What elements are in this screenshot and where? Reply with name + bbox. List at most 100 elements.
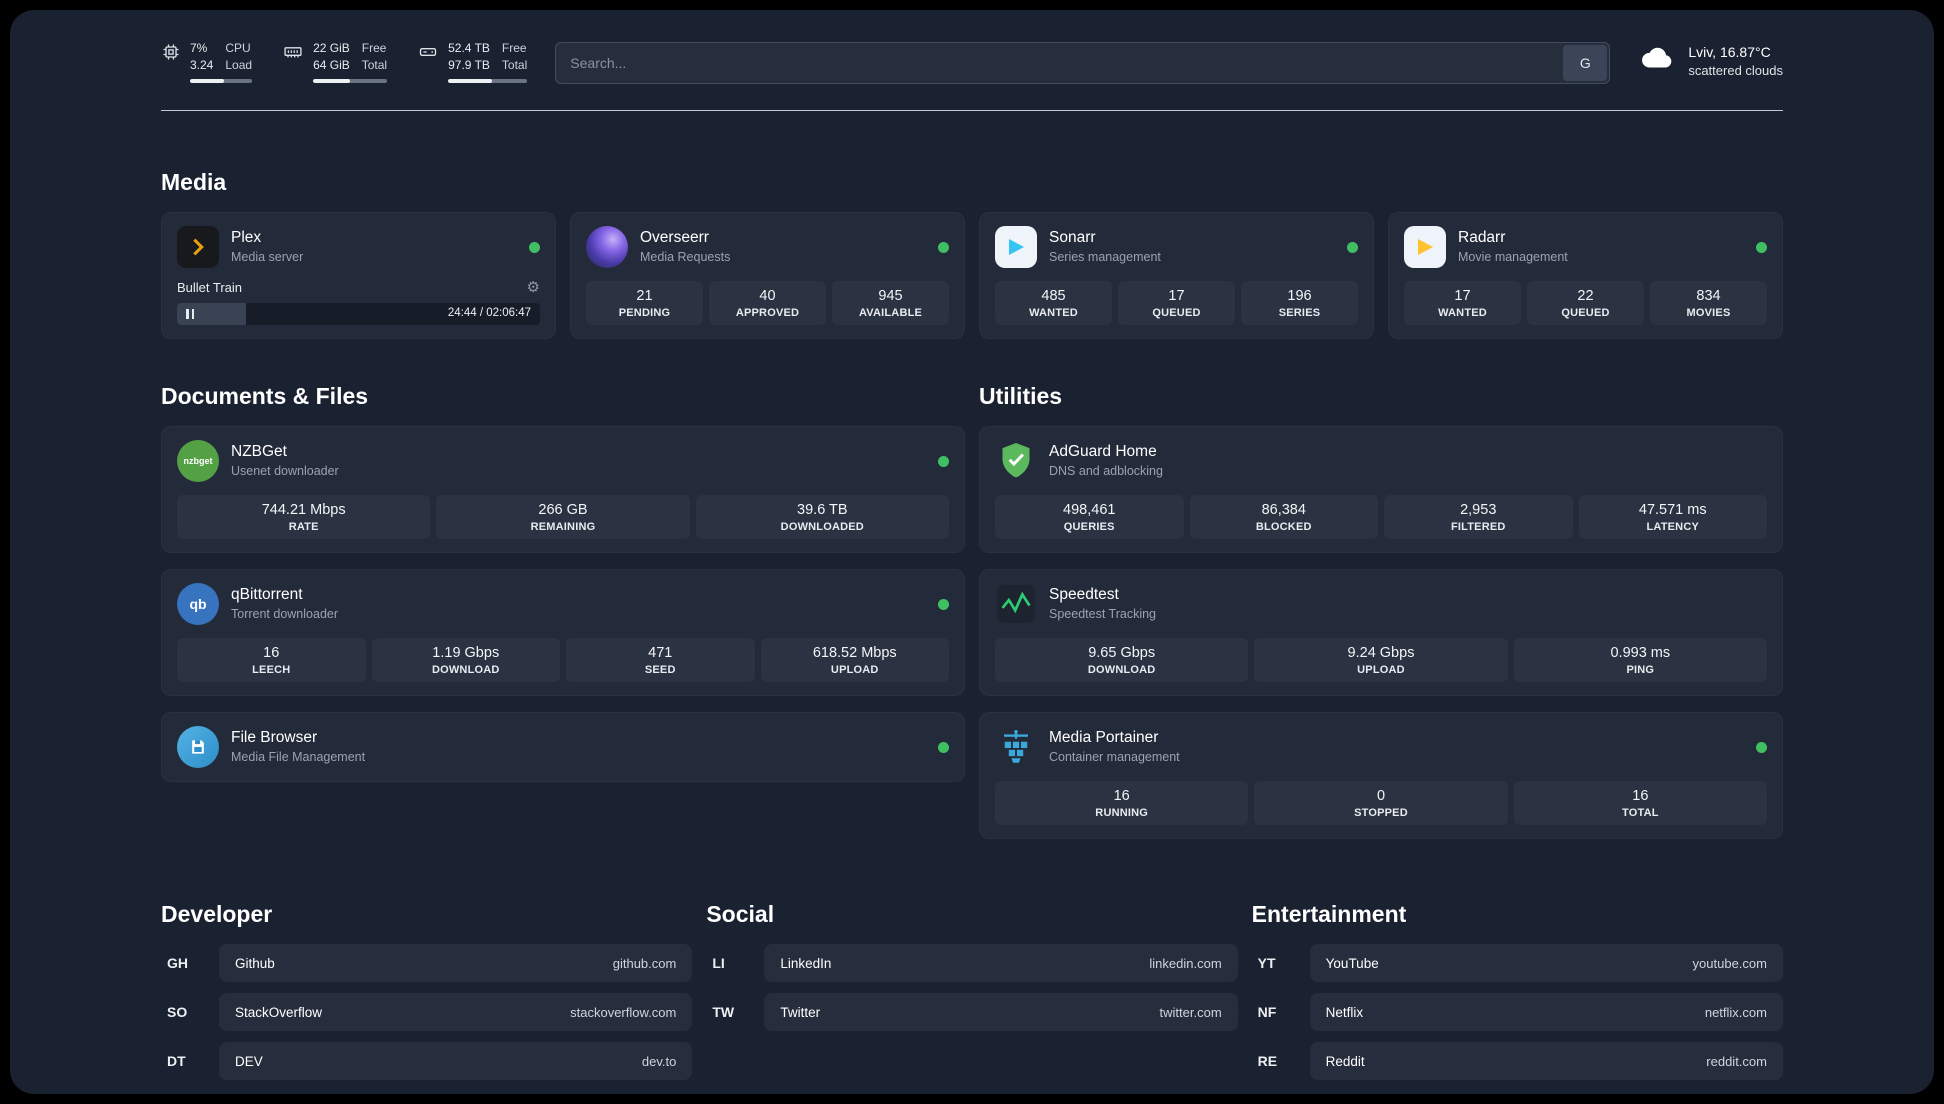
- stat-label: LATENCY: [1646, 521, 1700, 533]
- bookmark-link-linkedin[interactable]: LinkedIn linkedin.com: [764, 944, 1238, 982]
- stat-value: 16: [1113, 788, 1130, 804]
- playback-progress-bar[interactable]: 24:44 / 02:06:47: [177, 303, 540, 325]
- qbittorrent-icon: qb: [177, 583, 219, 625]
- disk-free-value: 52.4 TB: [448, 41, 490, 55]
- bookmark-link-dev[interactable]: DEV dev.to: [219, 1042, 693, 1080]
- bookmark-link-netflix[interactable]: Netflix netflix.com: [1309, 993, 1783, 1031]
- app-subtitle: Series management: [1049, 250, 1161, 265]
- cloud-icon: [1638, 45, 1676, 78]
- stat-label: PENDING: [618, 307, 671, 319]
- stat-tile: 618.52 Mbps UPLOAD: [760, 638, 949, 682]
- dashboard-frame: 7% 3.24 CPU Load 22 GiB 64 GiB Free Tota…: [10, 10, 1934, 1094]
- status-online-dot: [529, 241, 540, 253]
- search-bar: G: [555, 42, 1611, 84]
- app-name: Radarr: [1458, 228, 1506, 246]
- app-name: NZBGet: [231, 442, 287, 460]
- documents-section-title: Documents & Files: [161, 383, 369, 409]
- stat-label: PING: [1626, 664, 1655, 676]
- portainer-icon: [995, 726, 1037, 768]
- stat-value: 40: [759, 288, 776, 304]
- stat-value: 9.65 Gbps: [1088, 645, 1156, 661]
- nzbget-card: nzbget NZBGet Usenet downloader 744.21 M…: [161, 426, 965, 553]
- disk-total-value: 97.9 TB: [448, 57, 490, 72]
- bookmark-link-stackoverflow[interactable]: StackOverflow stackoverflow.com: [219, 993, 693, 1031]
- overseerr-app-link[interactable]: Overseerr Media Requests: [586, 226, 949, 268]
- memory-total-label: Total: [361, 57, 388, 72]
- status-online-dot: [938, 455, 949, 467]
- radarr-card: Radarr Movie management 17 WANTED 22 QUEUE…: [1388, 212, 1783, 339]
- bookmark-name: LinkedIn: [780, 955, 832, 971]
- status-online-dot: [938, 241, 949, 253]
- bookmark-link-reddit[interactable]: Reddit reddit.com: [1309, 1042, 1783, 1080]
- overseerr-card: Overseerr Media Requests 21 PENDING 40 APP…: [570, 212, 965, 339]
- stat-label: UPLOAD: [830, 664, 879, 676]
- stat-tile: 22 QUEUED: [1527, 281, 1644, 325]
- stat-tile: 47.571 ms LATENCY: [1578, 495, 1767, 539]
- pause-button[interactable]: [186, 309, 194, 319]
- app-name: Plex: [231, 228, 262, 246]
- stat-label: TOTAL: [1621, 807, 1659, 819]
- app-subtitle: Speedtest Tracking: [1049, 607, 1157, 622]
- app-name: Overseerr: [640, 228, 709, 246]
- stat-label: SEED: [644, 664, 676, 676]
- bookmark-url: github.com: [612, 955, 677, 971]
- stat-tile: 39.6 TB DOWNLOADED: [695, 495, 949, 539]
- speedtest-icon: [995, 583, 1037, 625]
- speedtest-app-link[interactable]: Speedtest Speedtest Tracking: [995, 583, 1767, 625]
- stat-value: 16: [1632, 788, 1649, 804]
- bookmark-name: Twitter: [780, 1004, 821, 1020]
- stat-label: MOVIES: [1686, 307, 1731, 319]
- adguard-app-link[interactable]: AdGuard Home DNS and adblocking: [995, 440, 1767, 482]
- bookmark-link-twitter[interactable]: Twitter twitter.com: [764, 993, 1238, 1031]
- stat-tile: 485 WANTED: [995, 281, 1112, 325]
- bookmark-link-youtube[interactable]: YouTube youtube.com: [1309, 944, 1783, 982]
- bookmark-url: netflix.com: [1704, 1004, 1767, 1020]
- radarr-icon: [1404, 226, 1446, 268]
- radarr-app-link[interactable]: Radarr Movie management: [1404, 226, 1767, 268]
- topbar-divider: [161, 110, 1783, 111]
- memory-icon: [282, 42, 304, 83]
- stat-tile: 0.993 ms PING: [1513, 638, 1767, 682]
- settings-gear-icon[interactable]: ⚙: [527, 280, 540, 295]
- sonarr-app-link[interactable]: Sonarr Series management: [995, 226, 1358, 268]
- status-online-dot: [1756, 741, 1767, 753]
- bookmark-row: LI LinkedIn linkedin.com: [706, 944, 1238, 982]
- memory-free-value: 22 GiB: [313, 41, 350, 55]
- utilities-section: Utilities AdGuard Home DNS and adblockin…: [979, 383, 1783, 839]
- app-subtitle: Container management: [1049, 750, 1180, 765]
- nzbget-app-link[interactable]: nzbget NZBGet Usenet downloader: [177, 440, 949, 482]
- plex-app-link[interactable]: Plex Media server: [177, 226, 540, 268]
- plex-icon: [177, 226, 219, 268]
- app-subtitle: Torrent downloader: [231, 607, 339, 622]
- app-subtitle: Movie management: [1458, 250, 1568, 265]
- media-section-title: Media: [161, 169, 227, 195]
- stat-value: 39.6 TB: [797, 502, 848, 518]
- bookmark-url: linkedin.com: [1149, 955, 1222, 971]
- search-input[interactable]: [555, 42, 1611, 84]
- weather-condition: scattered clouds: [1688, 63, 1783, 79]
- system-metrics: 7% 3.24 CPU Load 22 GiB 64 GiB Free Tota…: [161, 40, 528, 83]
- stat-label: REMAINING: [530, 521, 596, 533]
- portainer-app-link[interactable]: Media Portainer Container management: [995, 726, 1767, 768]
- bookmark-abbr: NF: [1257, 1004, 1277, 1020]
- status-online-dot: [1756, 241, 1767, 253]
- stat-value: 21: [636, 288, 653, 304]
- now-playing-title: Bullet Train: [177, 280, 243, 295]
- disk-usage-bar: [448, 78, 528, 83]
- topbar: 7% 3.24 CPU Load 22 GiB 64 GiB Free Tota…: [161, 40, 1783, 84]
- stat-value: 618.52 Mbps: [812, 645, 897, 661]
- adguard-shield-icon: [995, 440, 1037, 482]
- qbittorrent-app-link[interactable]: qb qBittorrent Torrent downloader: [177, 583, 949, 625]
- memory-metric: 22 GiB 64 GiB Free Total: [282, 40, 388, 83]
- stat-label: FILTERED: [1450, 521, 1506, 533]
- search-engine-button[interactable]: G: [1563, 45, 1608, 81]
- bookmark-url: dev.to: [641, 1053, 677, 1069]
- disk-metric: 52.4 TB 97.9 TB Free Total: [417, 40, 528, 83]
- adguard-card: AdGuard Home DNS and adblocking 498,461 Q…: [979, 426, 1783, 553]
- stat-tile: 266 GB REMAINING: [436, 495, 690, 539]
- cpu-load-value: 3.24: [190, 57, 214, 72]
- stat-value: 9.24 Gbps: [1347, 645, 1415, 661]
- bookmark-row: SO StackOverflow stackoverflow.com: [161, 993, 693, 1031]
- filebrowser-app-link[interactable]: File Browser Media File Management: [177, 726, 949, 768]
- bookmark-link-github[interactable]: Github github.com: [219, 944, 693, 982]
